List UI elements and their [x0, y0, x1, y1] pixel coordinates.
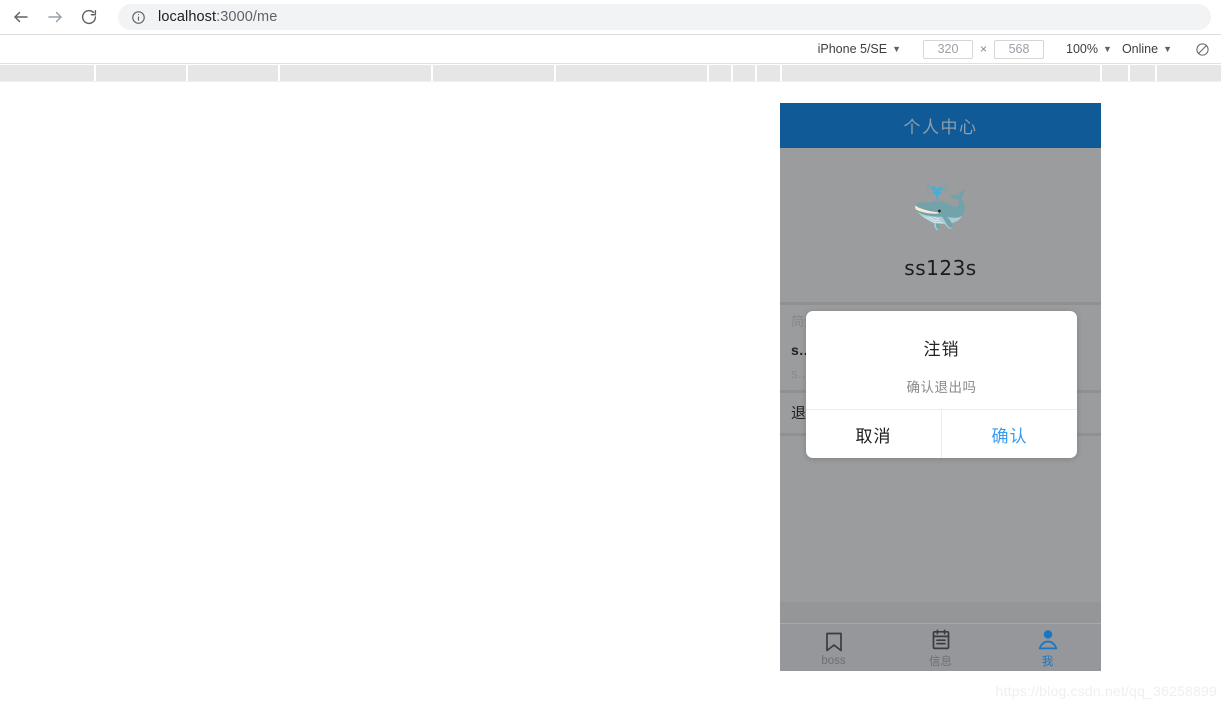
nav-label-boss: boss [821, 655, 846, 667]
ruler-tick [186, 65, 188, 81]
ruler-tick [554, 65, 556, 81]
chevron-down-icon: ▼ [1103, 43, 1112, 54]
logout-confirm-dialog: 注销 确认退出吗 取消 确认 [806, 311, 1077, 458]
ruler-tick [1155, 65, 1157, 81]
page-title: 个人中心 [903, 118, 978, 137]
device-toolbar: iPhone 5/SE ▼ 320 × 568 100% ▼ Online ▼ [0, 35, 1221, 64]
ruler-tick [755, 65, 757, 81]
device-selector-label: iPhone 5/SE [817, 42, 888, 56]
nav-label-me: 我 [1041, 656, 1054, 668]
watermark: https://blog.csdn.net/qq_36258899 [995, 683, 1217, 699]
forward-arrow-icon[interactable] [40, 2, 70, 32]
dialog-message: 确认退出吗 [906, 380, 977, 395]
ruler-tick [1128, 65, 1130, 81]
address-bar[interactable]: localhost:3000/me [118, 4, 1211, 30]
list-icon [929, 628, 953, 652]
zoom-selector-label: 100% [1066, 42, 1099, 56]
nav-item-messages[interactable]: 信息 [887, 624, 994, 671]
dialog-actions: 取消 确认 [806, 409, 1077, 458]
app-header: 个人中心 [780, 103, 1101, 148]
nav-label-messages: 信息 [929, 656, 952, 668]
dialog-body: 注销 确认退出吗 [806, 311, 1077, 409]
cancel-button[interactable]: 取消 [806, 410, 941, 458]
bookmark-icon [822, 630, 846, 654]
nav-item-me[interactable]: 我 [994, 624, 1101, 671]
url-host: localhost [158, 9, 217, 25]
viewport-height-input[interactable]: 568 [994, 39, 1045, 59]
filler-area [780, 436, 1101, 602]
reload-icon[interactable] [74, 2, 104, 32]
chevron-down-icon: ▼ [892, 43, 902, 54]
person-icon [1036, 628, 1060, 652]
url-path: :3000/me [216, 9, 278, 25]
ruler-tick [707, 65, 709, 81]
network-selector[interactable]: Online ▼ [1117, 39, 1177, 60]
ruler-tick [278, 65, 280, 81]
url-text: localhost:3000/me [158, 9, 277, 25]
ruler-tick [731, 65, 733, 81]
browser-chrome: localhost:3000/me [0, 0, 1221, 35]
bottom-nav: boss 信息 我 [780, 623, 1101, 671]
username-label: ss123s [904, 256, 977, 280]
ruler-tick [94, 65, 96, 81]
whale-avatar: 🐳 [911, 182, 970, 234]
page-info-icon[interactable] [130, 9, 146, 25]
dimension-separator: × [980, 42, 988, 56]
network-selector-label: Online [1121, 42, 1159, 56]
nav-item-boss[interactable]: boss [780, 624, 887, 671]
no-throttling-icon[interactable] [1189, 42, 1215, 57]
ruler-tick [431, 65, 433, 81]
dialog-title: 注销 [923, 340, 960, 359]
device-selector[interactable]: iPhone 5/SE ▼ [813, 39, 906, 60]
profile-block: 🐳 ss123s [780, 148, 1101, 302]
zoom-selector[interactable]: 100% ▼ [1061, 39, 1117, 60]
confirm-button[interactable]: 确认 [941, 410, 1077, 458]
ruler-strip [0, 65, 1221, 82]
viewport-width-input[interactable]: 320 [923, 39, 974, 59]
chevron-down-icon: ▼ [1163, 43, 1172, 54]
ruler-tick [1100, 65, 1102, 81]
back-arrow-icon[interactable] [6, 2, 36, 32]
ruler-tick [780, 65, 782, 81]
